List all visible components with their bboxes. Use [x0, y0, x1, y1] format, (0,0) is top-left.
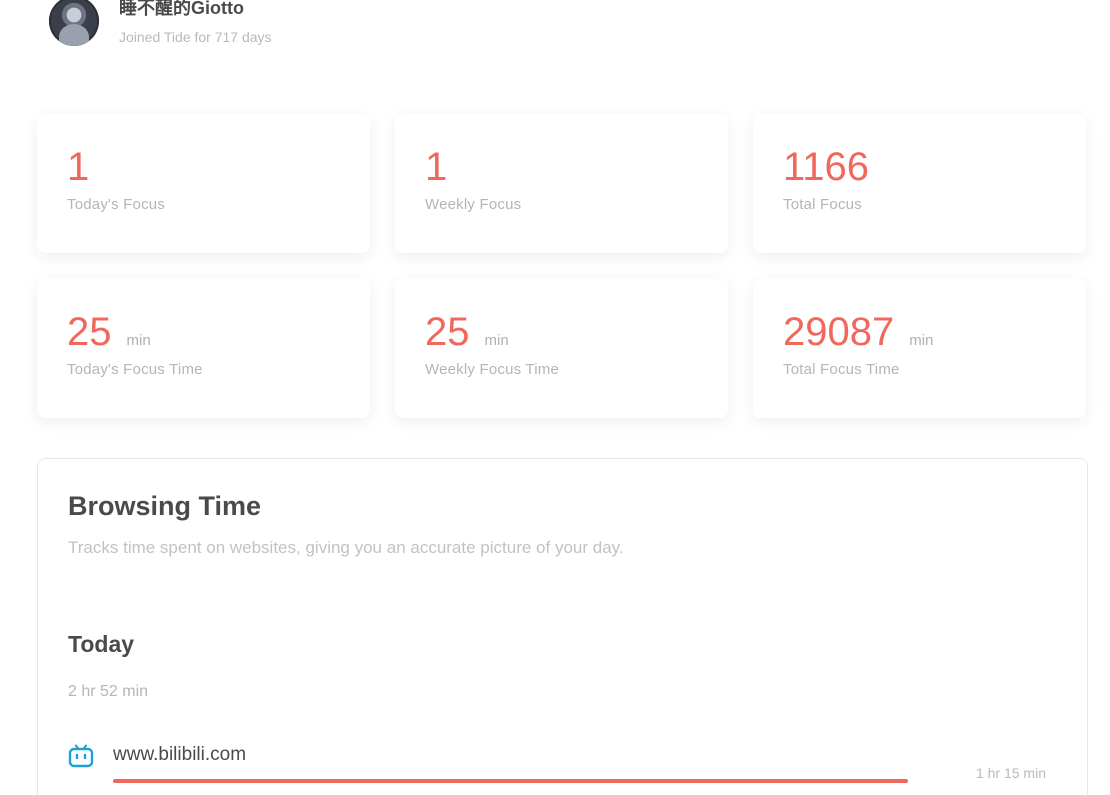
stat-unit: min: [484, 332, 509, 349]
bilibili-icon: [68, 744, 94, 768]
avatar[interactable]: [49, 0, 99, 46]
site-time-bar: [113, 779, 908, 783]
site-time-bar-fill: [113, 779, 908, 783]
site-row[interactable]: www.bilibili.com 1 hr 15 min: [68, 741, 1058, 791]
stat-card-total-focus: 1166 Total Focus: [753, 114, 1086, 253]
today-total-time: 2 hr 52 min: [68, 683, 149, 700]
today-heading: Today: [68, 631, 135, 657]
stat-unit: min: [126, 332, 151, 349]
stat-value: 1: [425, 145, 448, 189]
username: 睡不醒的Giotto: [119, 0, 244, 18]
profile-info: 睡不醒的Giotto Joined Tide for 717 days: [119, 0, 272, 45]
site-name[interactable]: www.bilibili.com: [113, 744, 246, 766]
browsing-description: Tracks time spent on websites, giving yo…: [68, 538, 624, 557]
joined-days: Joined Tide for 717 days: [119, 29, 272, 45]
stat-value: 25: [67, 310, 112, 354]
stat-card-todays-focus-time: 25 min Today's Focus Time: [37, 279, 370, 418]
stat-label: Weekly Focus Time: [425, 361, 559, 378]
stat-value: 1: [67, 145, 90, 189]
stat-value: 25: [425, 310, 470, 354]
site-time: 1 hr 15 min: [975, 765, 1046, 781]
stat-label: Total Focus: [783, 196, 862, 213]
stat-card-weekly-focus: 1 Weekly Focus: [395, 114, 728, 253]
tide-profile-page: 睡不醒的Giotto Joined Tide for 717 days 1 To…: [0, 0, 1110, 795]
stat-card-total-focus-time: 29087 min Total Focus Time: [753, 279, 1086, 418]
stat-label: Weekly Focus: [425, 196, 522, 213]
stat-value: 29087: [783, 310, 895, 354]
stat-unit: min: [909, 332, 934, 349]
browsing-title: Browsing Time: [68, 491, 262, 521]
stat-label: Total Focus Time: [783, 361, 900, 378]
stat-value: 1166: [783, 145, 870, 189]
stat-label: Today's Focus: [67, 196, 166, 213]
stat-label: Today's Focus Time: [67, 361, 203, 378]
browsing-time-panel: Browsing Time Tracks time spent on websi…: [37, 458, 1088, 795]
stat-card-weekly-focus-time: 25 min Weekly Focus Time: [395, 279, 728, 418]
profile-header: 睡不醒的Giotto Joined Tide for 717 days: [49, 0, 272, 52]
stat-card-todays-focus: 1 Today's Focus: [37, 114, 370, 253]
